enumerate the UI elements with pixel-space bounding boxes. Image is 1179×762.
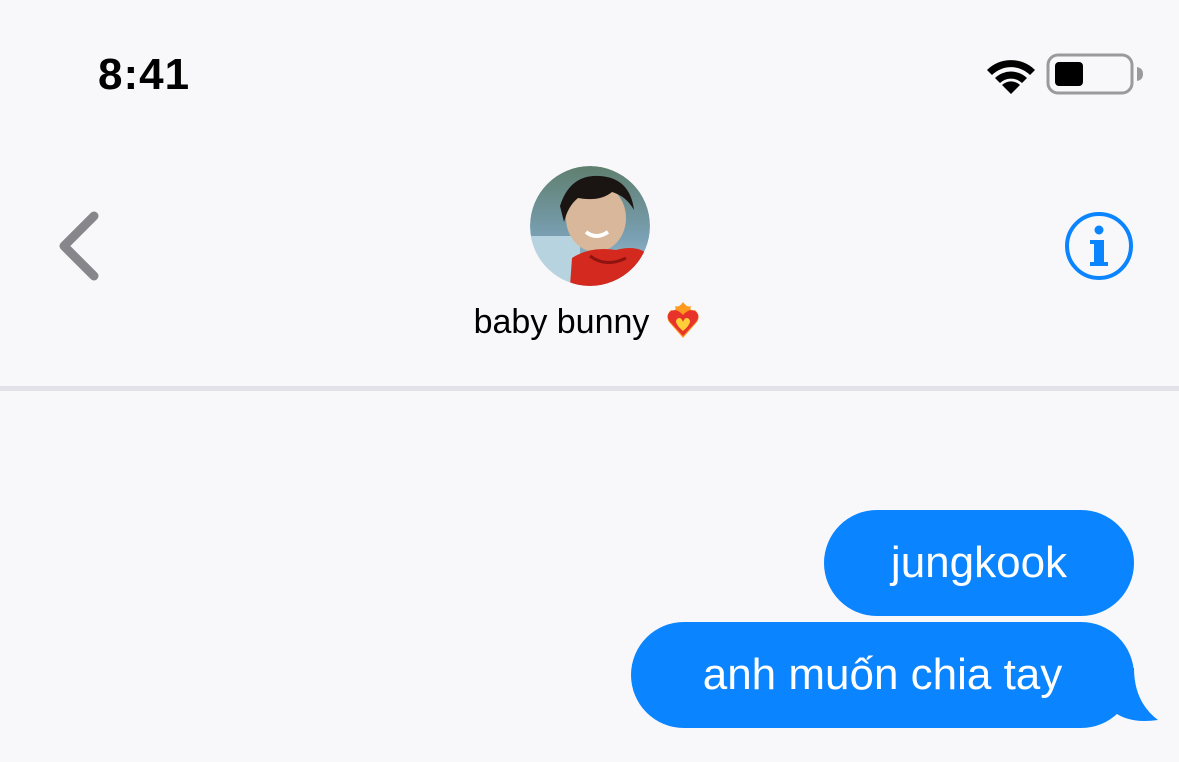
contact-name[interactable]: baby bunny — [0, 300, 1179, 346]
message-bubble[interactable]: jungkook — [824, 510, 1134, 616]
message-text: anh muốn chia tay — [702, 650, 1063, 699]
battery-icon — [1046, 53, 1143, 95]
wifi-icon — [987, 60, 1035, 94]
nav-divider — [0, 386, 1179, 391]
contact-name-label: baby bunny — [473, 303, 650, 341]
info-icon[interactable] — [1063, 210, 1135, 282]
message-bubble[interactable]: anh muốn chia tay — [631, 622, 1134, 728]
avatar[interactable] — [530, 166, 650, 286]
messages-screen: 8:41 baby bunny jungkook anh muốn chia t… — [0, 0, 1179, 762]
chevron-left-icon[interactable] — [56, 208, 106, 284]
status-time: 8:41 — [98, 50, 191, 99]
message-text: jungkook — [890, 538, 1068, 587]
heart-on-fire-icon — [667, 302, 700, 339]
